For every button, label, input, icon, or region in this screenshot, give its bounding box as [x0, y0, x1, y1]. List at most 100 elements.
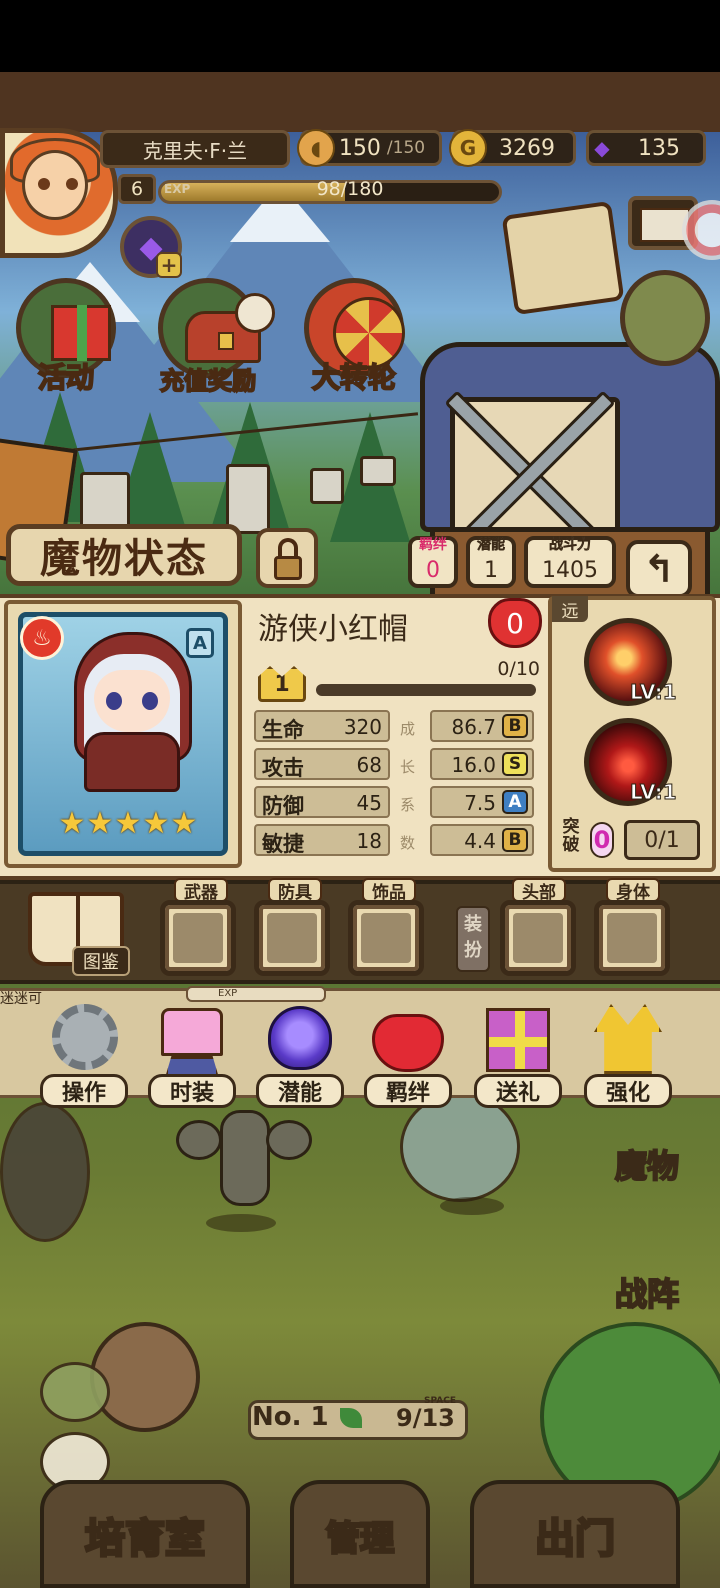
bond-value: 0 [426, 558, 440, 583]
skill-1-level: LV:1 [629, 680, 677, 705]
room-number: No. 1 [252, 1402, 329, 1432]
growth-box: 4.4 B [430, 824, 534, 856]
lucky-wheel-button[interactable]: 大转轮 [294, 278, 414, 396]
attack-range-tag: 远 [552, 596, 588, 622]
avatar-face [22, 150, 88, 220]
monster-arm [266, 1120, 312, 1160]
go-out-button[interactable]: 出门 [480, 1500, 670, 1570]
growth-grade: S [502, 752, 528, 776]
rock-monster [0, 1102, 90, 1242]
player-name: 克里夫·F·兰 [100, 130, 290, 168]
gift-label: 送礼 [474, 1074, 562, 1108]
player-level: 6 [118, 174, 156, 204]
events-button[interactable]: 活动 [6, 278, 126, 396]
growth-box: 16.0 S [430, 748, 534, 780]
growth-value: 16.0 [451, 753, 496, 777]
breakthrough-label-top: 突 [562, 817, 580, 837]
potential-button[interactable]: 潜能 [256, 1000, 344, 1108]
growth-box: 7.5 A [430, 786, 534, 818]
stat-name: 敏捷 [262, 832, 304, 856]
weapon-slot-label: 武器 [174, 878, 228, 903]
weapon-slot[interactable] [160, 900, 236, 976]
gift-button[interactable]: 送礼 [474, 1000, 562, 1108]
growth-box: 86.7 B [430, 710, 534, 742]
lock-button[interactable] [256, 528, 318, 588]
slot-empty [173, 913, 223, 963]
level-progress-bar [316, 684, 536, 696]
growth-value: 7.5 [464, 791, 496, 815]
growth-grade: A [502, 790, 528, 814]
events-label: 活动 [37, 360, 95, 395]
breakthrough-label: 突破 [556, 818, 586, 854]
exp-label: EXP [164, 182, 191, 196]
monsters-button[interactable]: 魔物 [582, 1140, 712, 1188]
bond-button[interactable]: 羁绊 [364, 1000, 452, 1108]
back-button[interactable]: ↰ [626, 540, 692, 598]
body-slot-label: 身体 [606, 878, 660, 903]
stat-value: 320 [343, 715, 382, 739]
monster-arm [176, 1120, 222, 1160]
affection-heart: 0 [488, 598, 542, 648]
exp-text: 98/180 [316, 178, 384, 200]
stat-name: 防御 [262, 794, 304, 818]
portrait-eye [106, 692, 122, 710]
growth-label-char: 长 [400, 758, 416, 776]
plus-icon: + [156, 252, 182, 278]
combat-power-label: 战斗力 [549, 537, 592, 554]
recharge-rewards-button[interactable]: 充值奖励 [148, 278, 275, 396]
gift-icon [51, 305, 111, 361]
clock-icon [235, 293, 275, 333]
hanging-cloth [226, 464, 270, 534]
buy-gems-button[interactable]: ◆ + [120, 216, 182, 278]
stat-name: 攻击 [262, 756, 304, 780]
head-slot[interactable] [500, 900, 576, 976]
slot-empty [267, 913, 317, 963]
walking-monster [176, 1100, 312, 1230]
star-icon: ★ [58, 806, 86, 841]
skill-2-level: LV:1 [629, 780, 677, 805]
stamina-current: 150 [338, 135, 381, 161]
stat-box: 攻击 68 [254, 748, 390, 780]
hanging-cloth [360, 456, 396, 486]
stat-row-hp: 生命 320 成 86.7 B [254, 710, 542, 744]
stamina-counter: ◖ 150/150 [297, 129, 442, 167]
stat-row-agility: 敏捷 18 数 4.4 B [254, 824, 542, 858]
gear-icon [48, 1000, 120, 1078]
operate-button[interactable]: 操作 [40, 1000, 128, 1108]
nursery-button[interactable]: 培育室 [50, 1500, 240, 1570]
manage-button[interactable]: 管理 [296, 1500, 424, 1570]
formation-button[interactable]: 战阵 [582, 1268, 712, 1316]
accessory-slot-label: 饰品 [362, 878, 416, 903]
bond-label: 羁绊 [419, 537, 447, 553]
bread-icon: ◖ [297, 129, 335, 167]
body-slot[interactable] [594, 900, 670, 976]
breakthrough-progress[interactable]: 0/1 [624, 820, 700, 860]
star-icon: ★ [114, 806, 142, 841]
outfit-tab[interactable]: 装扮 [456, 906, 490, 972]
stat-value: 45 [356, 791, 382, 815]
gem-value: 135 [638, 135, 680, 161]
stat-name: 生命 [262, 718, 304, 742]
outfit-tab-top: 装 [464, 914, 482, 935]
quest-scroll-icon[interactable] [501, 200, 625, 316]
growth-value: 4.4 [464, 829, 496, 853]
growth-grade: B [502, 714, 528, 738]
avatar-eye [38, 178, 50, 190]
fashion-button[interactable]: 时装 [148, 1000, 236, 1108]
slot-empty [361, 913, 411, 963]
backpack-button[interactable] [620, 270, 710, 366]
accessory-slot[interactable] [348, 900, 424, 976]
armor-slot[interactable] [254, 900, 330, 976]
present-icon [482, 1000, 554, 1078]
potential-value: 1 [484, 558, 498, 583]
enhance-button[interactable]: 强化 [584, 1000, 672, 1108]
lock-icon [274, 556, 302, 580]
gold-counter: G 3269 [449, 129, 576, 167]
outfit-tab-bottom: 扮 [464, 940, 482, 961]
recharge-rewards-label: 充值奖励 [159, 366, 257, 396]
bond-label: 羁绊 [364, 1074, 452, 1108]
star-icon: ★ [170, 806, 198, 841]
encyclopedia-label[interactable]: 图鉴 [72, 946, 130, 976]
coin-icon: G [449, 129, 487, 167]
ghost-monster [400, 1092, 520, 1202]
